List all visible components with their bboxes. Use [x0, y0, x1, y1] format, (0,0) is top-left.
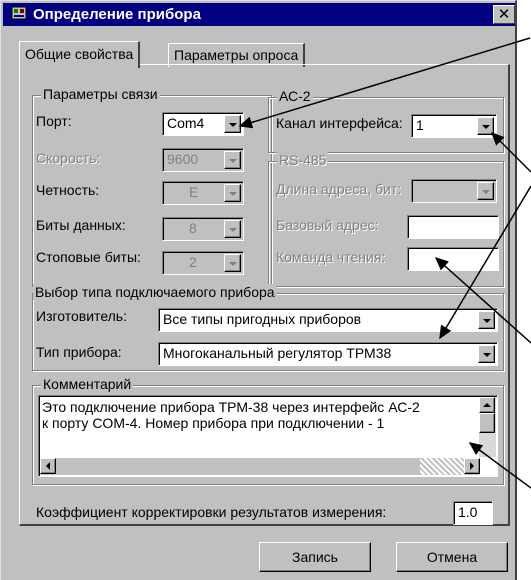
device-legend: Выбор типа подключаемого прибора [33, 284, 277, 300]
chevron-down-icon[interactable] [224, 254, 241, 272]
correction-input[interactable]: 1.0 [453, 501, 493, 525]
arrow-right-icon [470, 462, 474, 470]
channel-label: Канал интерфейса: [276, 115, 403, 131]
arrow-up-icon [483, 403, 491, 407]
correction-label: Коэффициент корректировки результатов из… [36, 504, 387, 520]
scroll-right-button[interactable] [464, 458, 480, 474]
databits-label: Биты данных: [36, 217, 126, 233]
chevron-down-icon[interactable] [224, 115, 241, 133]
maker-select[interactable]: Все типы пригодных приборов [158, 308, 498, 332]
channel-select[interactable]: 1 [411, 114, 497, 138]
stopbits-value: 2 [189, 254, 197, 270]
parity-select[interactable]: E [162, 181, 244, 205]
rs485-legend: RS-485 [277, 152, 329, 168]
maker-label: Изготовитель: [36, 308, 127, 324]
channel-value: 1 [416, 117, 424, 133]
chevron-down-icon[interactable] [478, 345, 495, 363]
speed-label: Скорость: [36, 150, 101, 166]
chevron-down-icon[interactable] [477, 117, 494, 135]
scroll-thumb[interactable] [479, 413, 495, 433]
read-cmd-input[interactable] [407, 247, 499, 271]
port-value: Com4 [167, 115, 205, 131]
addr-len-label: Длина адреса, бит: [276, 181, 402, 197]
window-title: Определение прибора [33, 6, 201, 23]
horizontal-scrollbar[interactable] [40, 458, 480, 475]
maker-value: Все типы пригодных приборов [163, 311, 362, 327]
connection-legend: Параметры связи [41, 86, 160, 102]
read-cmd-label: Команда чтения: [276, 249, 386, 265]
title-bar[interactable]: Определение прибора ✕ [3, 3, 515, 26]
vertical-scrollbar[interactable] [479, 397, 496, 457]
tab-general-label: Общие свойства [25, 46, 134, 62]
correction-value: 1.0 [458, 504, 478, 520]
stopbits-select[interactable]: 2 [162, 251, 244, 275]
chevron-down-icon[interactable] [224, 220, 241, 238]
chevron-down-icon[interactable] [478, 311, 495, 329]
scroll-up-button[interactable] [479, 397, 495, 413]
base-addr-input[interactable] [407, 215, 499, 239]
databits-value: 8 [189, 220, 197, 236]
parity-label: Четность: [36, 182, 100, 198]
tab-panel: Параметры связи Порт: Com4 Скорость: 960… [19, 64, 510, 526]
save-button[interactable]: Запись [259, 542, 371, 572]
comment-line-2: к порту COM-4. Номер прибора при подключ… [42, 415, 385, 431]
tab-general[interactable]: Общие свойства [19, 41, 141, 68]
speed-value: 9600 [167, 151, 199, 167]
stopbits-label: Стоповые биты: [36, 249, 141, 265]
chevron-down-icon[interactable] [224, 151, 241, 169]
ac2-legend: АС-2 [277, 88, 313, 104]
addr-len-select[interactable] [411, 179, 497, 203]
chevron-down-icon[interactable] [224, 184, 241, 202]
speed-select[interactable]: 9600 [162, 148, 244, 172]
port-select[interactable]: Com4 [162, 112, 244, 136]
close-button[interactable]: ✕ [493, 5, 515, 24]
arrow-left-icon [46, 462, 50, 470]
close-icon: ✕ [497, 6, 511, 23]
scroll-left-button[interactable] [40, 458, 56, 474]
type-select[interactable]: Многоканальный регулятор ТРМ38 [158, 342, 498, 366]
comment-textarea[interactable]: Это подключение прибора ТРМ-38 через инт… [38, 395, 498, 477]
app-icon [11, 5, 29, 25]
type-value: Многоканальный регулятор ТРМ38 [163, 345, 392, 361]
dialog-window: Определение прибора ✕ Общие свойства Пар… [0, 0, 517, 580]
save-button-label: Запись [292, 549, 338, 565]
scroll-track[interactable] [420, 458, 464, 475]
base-addr-label: Базовый адрес: [276, 217, 379, 233]
chevron-down-icon[interactable] [477, 182, 494, 200]
type-label: Тип прибора: [36, 344, 122, 360]
tab-polling-label: Параметры опроса [174, 47, 299, 63]
port-label: Порт: [36, 113, 72, 129]
cancel-button[interactable]: Отмена [396, 542, 508, 572]
databits-select[interactable]: 8 [162, 217, 244, 241]
parity-value: E [189, 184, 199, 200]
comment-line-1: Это подключение прибора ТРМ-38 через инт… [42, 399, 420, 415]
cancel-button-label: Отмена [426, 549, 478, 565]
comment-legend: Комментарий [41, 376, 134, 392]
